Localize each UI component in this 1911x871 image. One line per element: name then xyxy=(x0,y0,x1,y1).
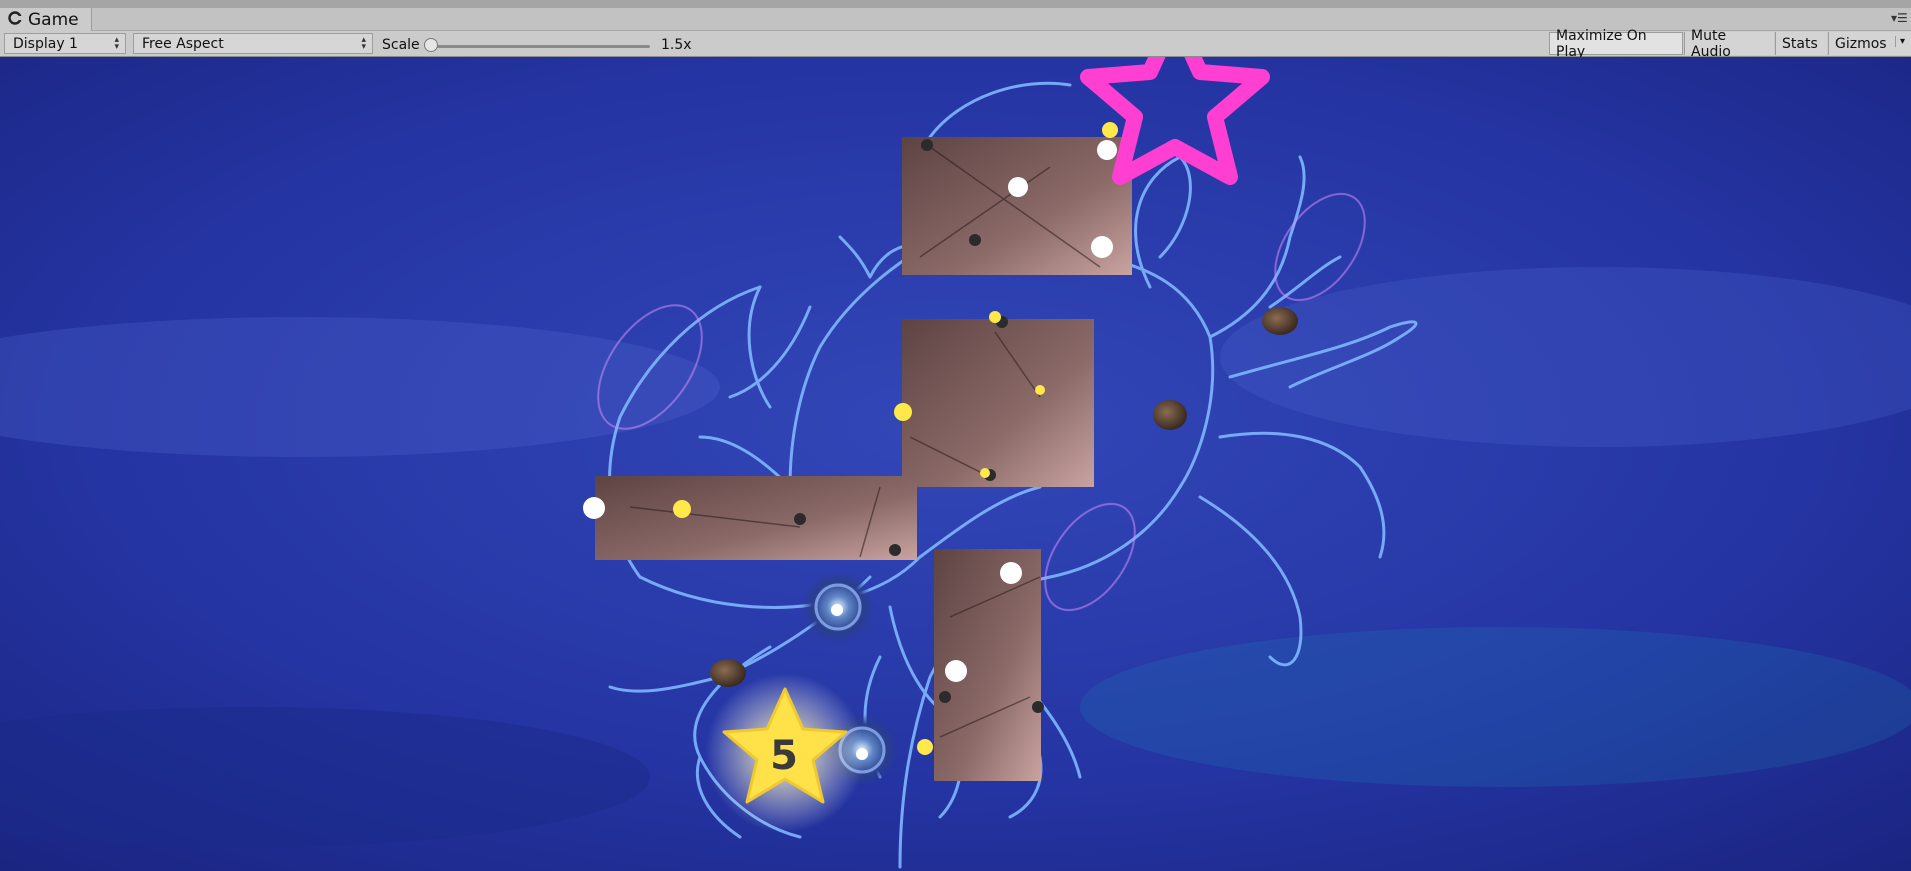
puzzle-tile[interactable] xyxy=(595,476,917,560)
tab-title: Game xyxy=(28,9,79,30)
peg-yellow[interactable] xyxy=(989,311,1001,323)
peg-white[interactable] xyxy=(1097,140,1117,160)
dropdown-arrows-icon: ▴ ▾ xyxy=(114,35,119,52)
aspect-dropdown-label: Free Aspect xyxy=(142,35,224,52)
tab-game[interactable]: Game xyxy=(0,8,92,31)
peg-dark[interactable] xyxy=(921,139,933,151)
peg-dark[interactable] xyxy=(969,234,981,246)
game-scene[interactable]: 5 xyxy=(0,57,1911,871)
maximize-on-play-toggle[interactable]: Maximize On Play xyxy=(1549,28,1683,60)
level-star[interactable]: 5 xyxy=(705,673,865,833)
game-viewport[interactable]: 5 xyxy=(0,57,1911,871)
display-dropdown[interactable]: Display 1 ▴ ▾ xyxy=(4,33,126,54)
mute-audio-toggle[interactable]: Mute Audio xyxy=(1684,28,1774,60)
gizmos-label: Gizmos xyxy=(1835,35,1887,52)
asteroid xyxy=(710,659,746,687)
maximize-on-play-label: Maximize On Play xyxy=(1556,27,1647,60)
tab-menu-icon[interactable]: ▾☰ xyxy=(1891,11,1908,25)
peg-dark[interactable] xyxy=(1032,701,1044,713)
peg-yellow[interactable] xyxy=(917,739,933,755)
puzzle-tile[interactable] xyxy=(902,319,1094,487)
peg-yellow[interactable] xyxy=(673,500,691,518)
scale-value: 1.5x xyxy=(661,37,692,53)
peg-yellow[interactable] xyxy=(980,468,990,478)
asteroid xyxy=(1262,307,1298,335)
level-number: 5 xyxy=(770,733,798,779)
peg-dark[interactable] xyxy=(794,513,806,525)
peg-yellow[interactable] xyxy=(894,403,912,421)
aspect-dropdown[interactable]: Free Aspect ▴ ▾ xyxy=(133,33,373,54)
game-window: Game ▾☰ Display 1 ▴ ▾ Free Aspect ▴ ▾ Scal… xyxy=(0,0,1911,871)
game-controller-icon xyxy=(8,10,22,30)
portal-core xyxy=(831,604,843,616)
peg-yellow[interactable] xyxy=(1102,122,1118,138)
stats-label: Stats xyxy=(1782,35,1818,52)
peg-yellow[interactable] xyxy=(1035,385,1045,395)
scale-slider-track[interactable] xyxy=(432,45,650,48)
peg-white[interactable] xyxy=(1091,236,1113,258)
peg-white[interactable] xyxy=(1000,562,1022,584)
scale-label: Scale xyxy=(382,37,420,53)
peg-white[interactable] xyxy=(1008,177,1028,197)
stats-toggle[interactable]: Stats xyxy=(1775,32,1827,55)
display-dropdown-label: Display 1 xyxy=(13,35,78,52)
peg-white[interactable] xyxy=(945,660,967,682)
scale-slider-thumb[interactable] xyxy=(424,38,438,52)
nebula-cloud xyxy=(1080,627,1911,787)
asteroid xyxy=(1153,400,1187,430)
mute-audio-label: Mute Audio xyxy=(1691,27,1731,60)
game-toolbar: Display 1 ▴ ▾ Free Aspect ▴ ▾ Scale 1.5x M… xyxy=(0,28,1911,60)
gizmos-dropdown[interactable]: Gizmos ▾ xyxy=(1828,32,1911,55)
peg-white[interactable] xyxy=(583,497,605,519)
peg-dark[interactable] xyxy=(939,691,951,703)
peg-dark[interactable] xyxy=(889,544,901,556)
dropdown-arrows-icon: ▴ ▾ xyxy=(361,35,366,52)
chevron-down-icon: ▾ xyxy=(1894,36,1905,47)
